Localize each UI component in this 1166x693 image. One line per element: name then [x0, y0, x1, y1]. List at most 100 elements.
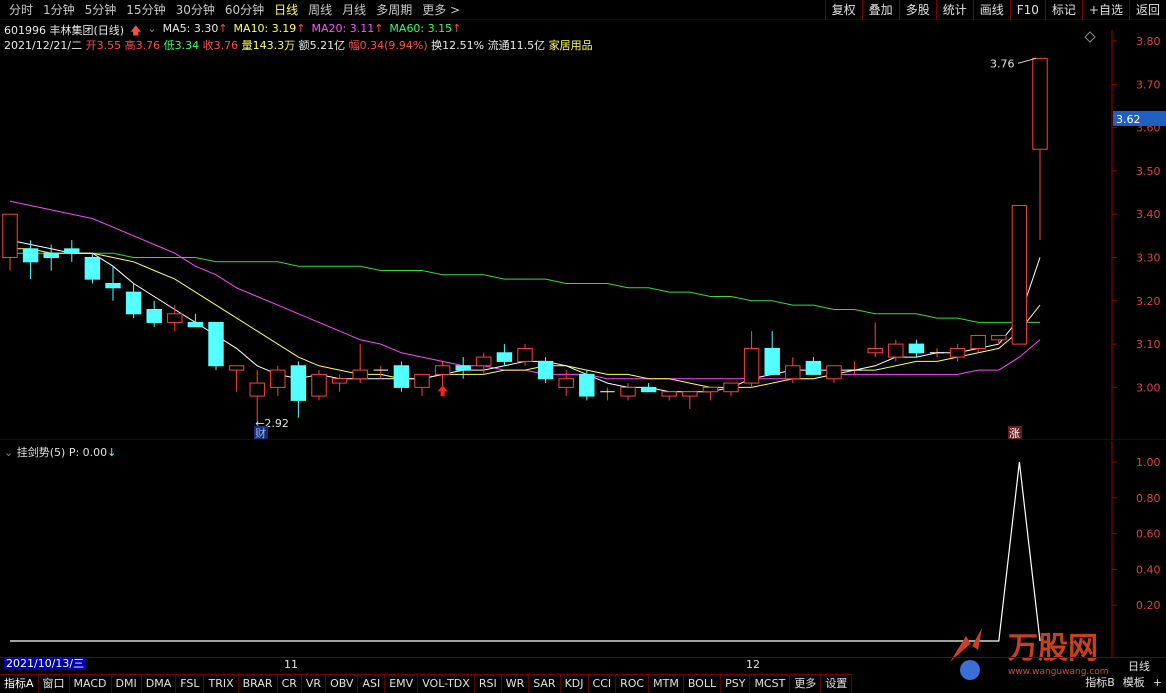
candle[interactable] — [64, 240, 80, 262]
candle[interactable] — [496, 344, 513, 366]
tool-button-2[interactable]: 多股 — [898, 0, 936, 20]
indicator-tab-20[interactable]: MTM — [649, 675, 684, 693]
candle[interactable] — [743, 331, 760, 388]
candle[interactable] — [43, 244, 59, 271]
zhang-marker[interactable]: 涨 — [1009, 427, 1020, 440]
indicator-tab-25[interactable]: 设置 — [821, 675, 853, 693]
candle[interactable] — [785, 357, 801, 384]
indicator-tab-23[interactable]: MCST — [750, 675, 791, 693]
candle[interactable] — [723, 382, 739, 397]
indicator-tab-8[interactable]: CR — [278, 675, 302, 693]
candle[interactable] — [476, 352, 492, 375]
candle[interactable] — [867, 322, 883, 358]
indicator-tab-3[interactable]: DMI — [112, 675, 142, 693]
candle[interactable] — [146, 300, 162, 327]
bottom-tool-0[interactable]: 指标B — [1081, 674, 1119, 693]
indicator-tab-13[interactable]: VOL-TDX — [418, 675, 475, 693]
candle[interactable] — [537, 357, 554, 384]
cai-marker[interactable]: 财 — [255, 426, 266, 440]
candle[interactable] — [414, 373, 430, 397]
period-tab-0[interactable]: 分时 — [4, 2, 38, 18]
candle[interactable] — [290, 361, 307, 418]
tool-button-4[interactable]: 画线 — [972, 0, 1010, 20]
candle[interactable] — [929, 348, 945, 358]
candle[interactable] — [579, 370, 595, 401]
candle[interactable] — [764, 331, 780, 375]
indicator-tab-14[interactable]: RSI — [475, 675, 502, 693]
period-tab-9[interactable]: 多周期 — [371, 2, 417, 18]
candle[interactable] — [1032, 57, 1048, 241]
candle[interactable] — [373, 365, 389, 379]
indicator-tab-9[interactable]: VR — [302, 675, 327, 693]
indicator-tab-19[interactable]: ROC — [616, 675, 650, 693]
diamond-icon[interactable] — [1084, 31, 1096, 43]
tool-button-0[interactable]: 复权 — [824, 0, 862, 20]
candle[interactable] — [187, 313, 204, 328]
candle[interactable] — [640, 383, 657, 393]
indicator-tab-12[interactable]: EMV — [385, 675, 419, 693]
candle[interactable] — [228, 365, 245, 392]
indicator-tab-17[interactable]: KDJ — [561, 675, 589, 693]
indicator-tab-16[interactable]: SAR — [529, 675, 561, 693]
period-tab-7[interactable]: 周线 — [303, 2, 337, 18]
indicator-tab-15[interactable]: WR — [502, 675, 530, 693]
indicator-tab-0[interactable]: 指标A — [0, 675, 39, 693]
indicator-tab-10[interactable]: OBV — [326, 675, 359, 693]
period-tab-1[interactable]: 1分钟 — [38, 2, 80, 18]
candle[interactable] — [105, 266, 121, 301]
period-tab-10[interactable]: 更多 > — [417, 2, 465, 18]
candle[interactable] — [393, 361, 410, 392]
candle[interactable] — [84, 253, 101, 284]
candle[interactable] — [620, 383, 636, 401]
candle[interactable] — [600, 387, 615, 401]
tool-button-6[interactable]: 标记 — [1044, 0, 1082, 20]
candle[interactable] — [991, 334, 1007, 345]
period-tab-5[interactable]: 60分钟 — [220, 2, 269, 18]
candle[interactable] — [434, 361, 451, 388]
indicator-tab-1[interactable]: 窗口 — [39, 675, 70, 693]
tool-button-1[interactable]: 叠加 — [861, 0, 899, 20]
indicator-tab-22[interactable]: PSY — [721, 675, 751, 693]
candle[interactable] — [970, 334, 986, 353]
candle[interactable] — [125, 283, 142, 319]
candle[interactable] — [888, 339, 904, 362]
candle[interactable] — [661, 391, 677, 401]
indicator-tab-18[interactable]: CCI — [589, 675, 617, 693]
indicator-tab-2[interactable]: MACD — [70, 675, 112, 693]
candle[interactable] — [826, 365, 842, 384]
period-tab-2[interactable]: 5分钟 — [80, 2, 122, 18]
candle[interactable] — [331, 374, 348, 392]
indicator-tab-6[interactable]: TRIX — [204, 675, 239, 693]
candle[interactable] — [847, 361, 862, 375]
bottom-tool-2[interactable]: + — [1149, 674, 1166, 693]
candle[interactable] — [2, 213, 18, 271]
candle[interactable] — [208, 321, 224, 371]
indicator-tab-11[interactable]: ASI — [358, 675, 386, 693]
candle[interactable] — [682, 391, 698, 410]
candle[interactable] — [167, 305, 183, 332]
tool-button-5[interactable]: F10 — [1009, 0, 1045, 20]
period-tab-6[interactable]: 日线 — [269, 2, 303, 18]
candle[interactable] — [249, 370, 265, 423]
candlestick-chart[interactable]: 3.803.703.603.503.403.303.203.103.003.62… — [0, 30, 1166, 440]
tool-button-7[interactable]: +自选 — [1081, 0, 1129, 20]
indicator-tab-21[interactable]: BOLL — [684, 675, 722, 693]
candle[interactable] — [1011, 205, 1028, 345]
candle[interactable] — [702, 386, 719, 401]
candle[interactable] — [949, 344, 966, 362]
indicator-tab-24[interactable]: 更多 — [790, 675, 822, 693]
indicator-tab-5[interactable]: FSL — [176, 675, 205, 693]
candle[interactable] — [805, 357, 822, 375]
candle[interactable] — [455, 357, 471, 379]
candle[interactable] — [908, 339, 925, 358]
bottom-tool-1[interactable]: 模板 — [1119, 674, 1149, 693]
candle[interactable] — [270, 365, 286, 397]
tool-button-3[interactable]: 统计 — [935, 0, 973, 20]
indicator-tab-7[interactable]: BRAR — [239, 675, 278, 693]
tool-button-8[interactable]: 返回 — [1128, 0, 1166, 20]
candle[interactable] — [352, 344, 368, 384]
period-tab-4[interactable]: 30分钟 — [171, 2, 220, 18]
indicator-tab-4[interactable]: DMA — [142, 675, 177, 693]
candle[interactable] — [311, 370, 327, 401]
period-tab-8[interactable]: 月线 — [337, 2, 371, 18]
